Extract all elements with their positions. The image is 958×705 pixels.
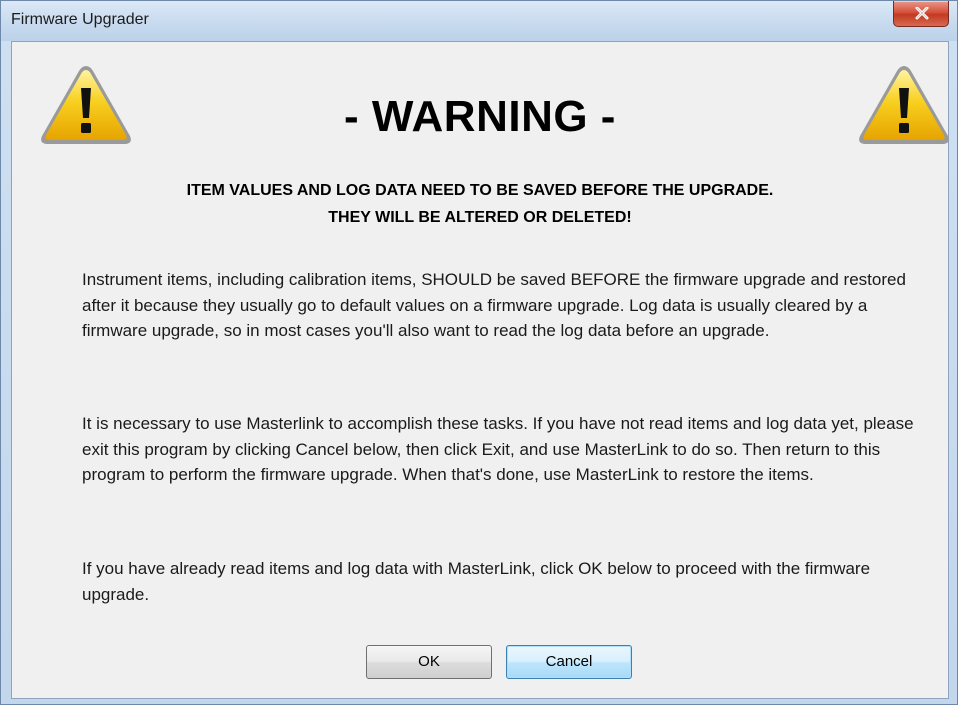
close-icon bbox=[915, 7, 929, 20]
subheading-line: THEY WILL BE ALTERED OR DELETED! bbox=[328, 209, 632, 226]
paragraph-proceed: If you have already read items and log d… bbox=[82, 559, 871, 604]
dialog-window: Firmware Upgrader - WARNING - ITEM VALUE… bbox=[0, 0, 958, 705]
dialog-content: - WARNING - ITEM VALUES AND LOG DATA NEE… bbox=[11, 41, 949, 699]
warning-subheading: ITEM VALUES AND LOG DATA NEED TO BE SAVE… bbox=[12, 177, 948, 231]
window-title: Firmware Upgrader bbox=[11, 11, 149, 28]
warning-heading: - WARNING - bbox=[344, 92, 616, 141]
ok-button[interactable]: OK bbox=[366, 645, 492, 679]
subheading-line: ITEM VALUES AND LOG DATA NEED TO BE SAVE… bbox=[186, 182, 774, 199]
paragraph-use-masterlink: It is necessary to use Masterlink to acc… bbox=[82, 414, 914, 484]
title-bar[interactable]: Firmware Upgrader bbox=[1, 1, 957, 41]
cancel-button[interactable]: Cancel bbox=[506, 645, 632, 679]
close-button[interactable] bbox=[893, 1, 949, 27]
paragraph-save-items: Instrument items, including calibration … bbox=[82, 270, 906, 340]
